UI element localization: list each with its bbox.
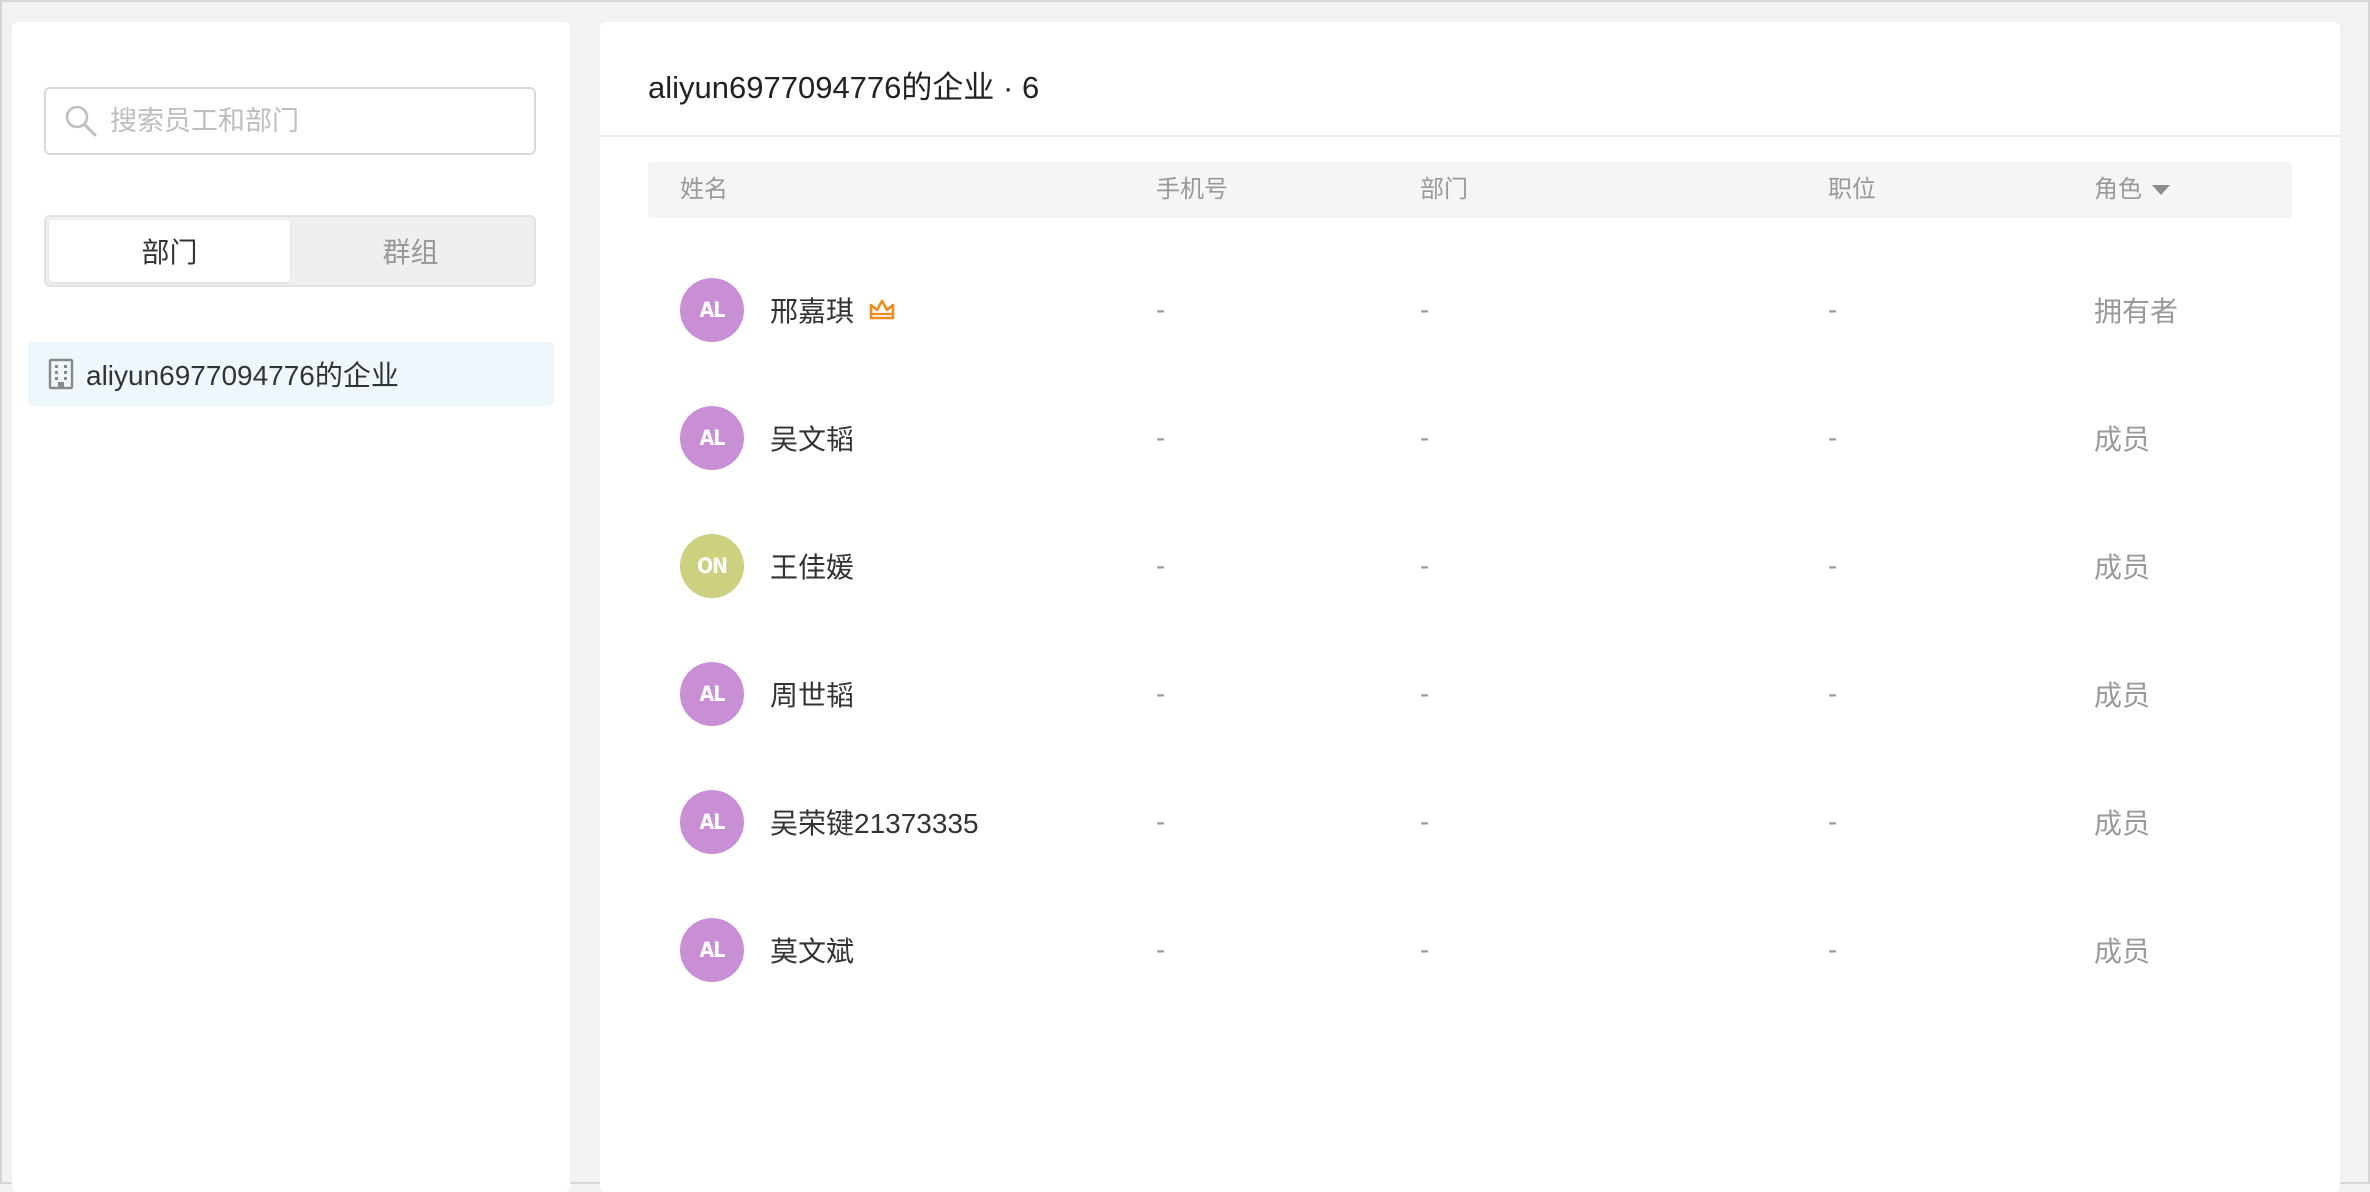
dept-group-switch: 部门 群组 bbox=[44, 215, 536, 287]
position-cell: - bbox=[1828, 294, 1838, 325]
member-name: 周世韬 bbox=[770, 680, 855, 711]
table-row[interactable]: ON 王佳媛 - - - 成员 bbox=[648, 502, 2292, 630]
member-name: 王佳媛 bbox=[770, 552, 855, 583]
name-cell: AL 周世韬 bbox=[680, 630, 854, 758]
page-title: aliyun6977094776的企业 · 6 bbox=[648, 70, 1040, 105]
tab-department[interactable]: 部门 bbox=[49, 220, 290, 282]
role-cell: 成员 bbox=[2094, 808, 2151, 839]
avatar: AL bbox=[680, 918, 744, 982]
table-row[interactable]: AL 吴荣键21373335 - - - 成员 bbox=[648, 758, 2292, 886]
member-name: 莫文斌 bbox=[770, 936, 855, 967]
search-icon bbox=[65, 105, 97, 137]
position-cell: - bbox=[1828, 934, 1838, 965]
crown-icon bbox=[869, 299, 895, 320]
member-name: 吴荣键21373335 bbox=[770, 808, 979, 839]
sidebar: 部门 群组 aliyun6977094776的企业 bbox=[12, 22, 570, 1192]
member-name: 邢嘉琪 bbox=[770, 296, 855, 327]
role-cell: 拥有者 bbox=[2094, 296, 2179, 327]
tree-item-enterprise[interactable]: aliyun6977094776的企业 bbox=[28, 342, 554, 406]
role-cell: 成员 bbox=[2094, 936, 2151, 967]
caret-down-icon[interactable] bbox=[2152, 185, 2170, 195]
name-cell: AL 邢嘉琪 bbox=[680, 246, 896, 374]
name-cell: ON 王佳媛 bbox=[680, 502, 854, 630]
column-header-role[interactable]: 角色 bbox=[2094, 162, 2170, 218]
phone-cell: - bbox=[1156, 678, 1166, 709]
divider bbox=[600, 135, 2340, 137]
department-cell: - bbox=[1420, 678, 1430, 709]
table-row[interactable]: AL 吴文韬 - - - 成员 bbox=[648, 374, 2292, 502]
department-cell: - bbox=[1420, 934, 1430, 965]
phone-cell: - bbox=[1156, 422, 1166, 453]
department-cell: - bbox=[1420, 422, 1430, 453]
avatar: AL bbox=[680, 662, 744, 726]
tree-item-label: aliyun6977094776的企业 bbox=[86, 360, 399, 391]
position-cell: - bbox=[1828, 550, 1838, 581]
position-cell: - bbox=[1828, 422, 1838, 453]
role-cell: 成员 bbox=[2094, 680, 2151, 711]
search-box[interactable] bbox=[44, 87, 536, 155]
department-cell: - bbox=[1420, 550, 1430, 581]
column-header-department: 部门 bbox=[1420, 176, 1468, 203]
table-row[interactable]: AL 邢嘉琪 - - - 拥有者 bbox=[648, 246, 2292, 374]
role-cell: 成员 bbox=[2094, 552, 2151, 583]
name-cell: AL 吴荣键21373335 bbox=[680, 758, 979, 886]
role-cell: 成员 bbox=[2094, 424, 2151, 455]
column-header-name: 姓名 bbox=[680, 176, 728, 203]
avatar: AL bbox=[680, 790, 744, 854]
position-cell: - bbox=[1828, 678, 1838, 709]
position-cell: - bbox=[1828, 806, 1838, 837]
avatar: ON bbox=[680, 534, 744, 598]
tab-group[interactable]: 群组 bbox=[290, 220, 531, 282]
avatar: AL bbox=[680, 278, 744, 342]
avatar: AL bbox=[680, 406, 744, 470]
column-header-position: 职位 bbox=[1828, 176, 1876, 203]
table-row[interactable]: AL 周世韬 - - - 成员 bbox=[648, 630, 2292, 758]
main-panel: aliyun6977094776的企业 · 6 姓名 手机号 部门 职位 角色 … bbox=[600, 22, 2340, 1192]
name-cell: AL 莫文斌 bbox=[680, 886, 854, 1014]
building-icon bbox=[48, 358, 74, 390]
column-header-role-label: 角色 bbox=[2094, 176, 2142, 203]
phone-cell: - bbox=[1156, 934, 1166, 965]
phone-cell: - bbox=[1156, 806, 1166, 837]
column-header-phone: 手机号 bbox=[1156, 176, 1228, 203]
department-cell: - bbox=[1420, 806, 1430, 837]
member-name: 吴文韬 bbox=[770, 424, 855, 455]
department-cell: - bbox=[1420, 294, 1430, 325]
phone-cell: - bbox=[1156, 550, 1166, 581]
table-header: 姓名 手机号 部门 职位 角色 bbox=[648, 162, 2292, 218]
table-row[interactable]: AL 莫文斌 - - - 成员 bbox=[648, 886, 2292, 1014]
name-cell: AL 吴文韬 bbox=[680, 374, 854, 502]
phone-cell: - bbox=[1156, 294, 1166, 325]
search-input[interactable] bbox=[108, 104, 512, 138]
